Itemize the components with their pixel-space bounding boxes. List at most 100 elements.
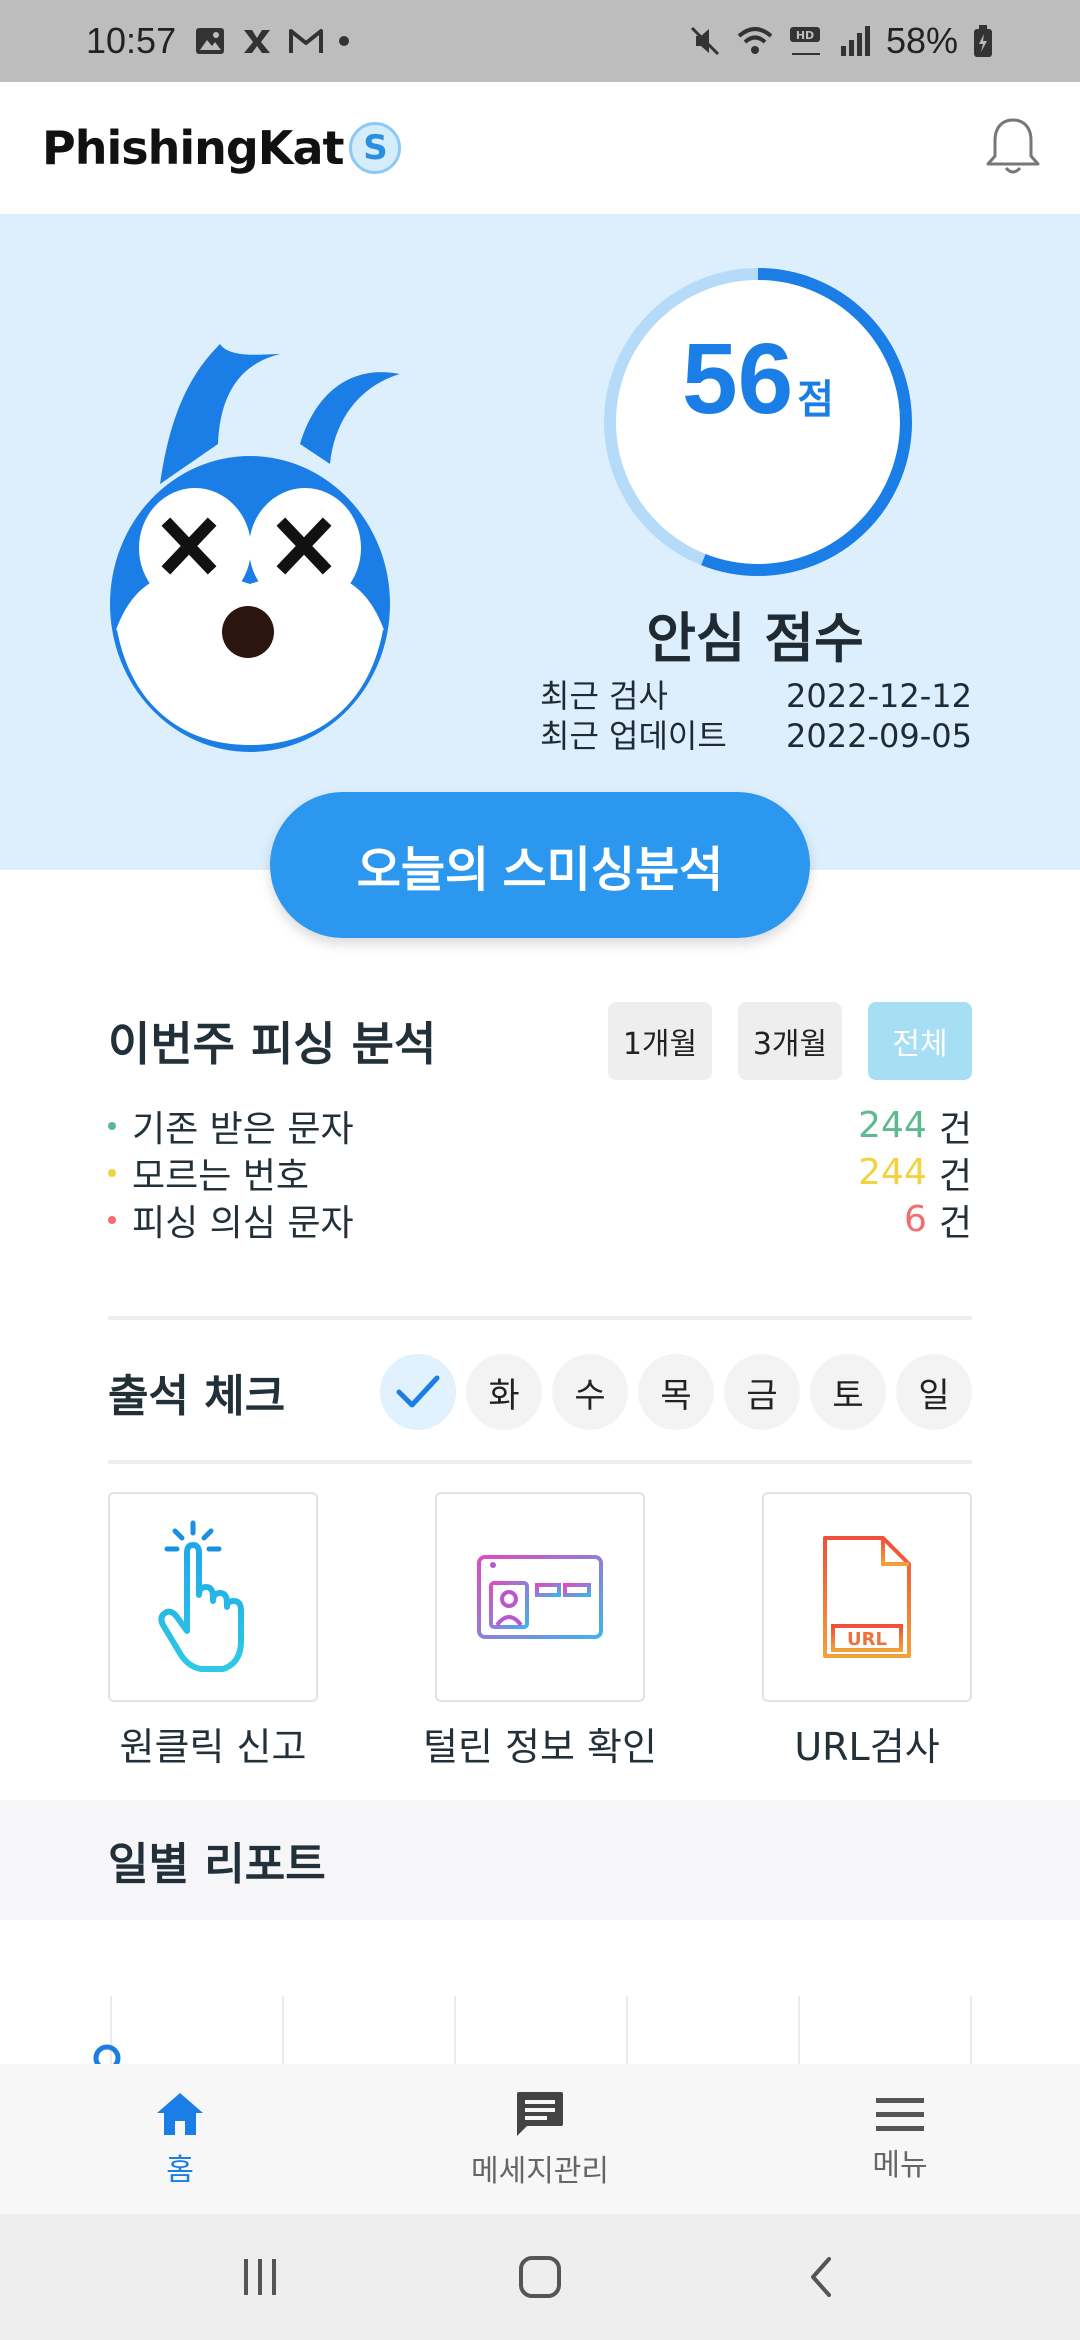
feature-card[interactable] xyxy=(108,1492,318,1702)
tab-3-months[interactable]: 3개월 xyxy=(738,1002,842,1080)
recent-apps-button[interactable] xyxy=(220,2237,300,2317)
stat-value: 244 xyxy=(858,1152,927,1193)
chart-gridline xyxy=(282,1996,284,2066)
app-notification-icon xyxy=(244,30,271,53)
nav-label: 메뉴 xyxy=(872,2148,928,2183)
battery-icon xyxy=(974,25,992,57)
home-square-icon xyxy=(519,2256,561,2298)
day-checked[interactable] xyxy=(380,1354,456,1430)
todays-smishing-analysis-button[interactable]: 오늘의 스미싱분석 xyxy=(270,792,810,938)
section-divider xyxy=(108,1316,972,1320)
feature-label: 원클릭 신고 xyxy=(119,1725,307,1769)
chart-gridline xyxy=(798,1996,800,2066)
daily-report-title: 일별 리포트 xyxy=(108,1839,326,1890)
gmail-icon xyxy=(289,29,324,53)
day-sun[interactable]: 일 xyxy=(896,1354,972,1430)
gallery-icon xyxy=(196,28,225,54)
meta-value: 2022-12-12 xyxy=(786,677,972,715)
score-number: 56 xyxy=(681,323,794,435)
tap-hand-icon xyxy=(158,1520,244,1672)
checkmark-icon xyxy=(396,1375,440,1408)
feature-label: 털린 정보 확인 xyxy=(423,1725,657,1769)
stat-label: 피싱 의심 문자 xyxy=(132,1202,354,1244)
stat-row-unknown-number: 모르는 번호 244 건 xyxy=(108,1149,972,1197)
scan-meta: 최근 검사 2022-12-12 최근 업데이트 2022-09-05 xyxy=(540,676,972,756)
app-logo-text: PhishingKat xyxy=(42,121,344,175)
nav-label: 홈 xyxy=(166,2153,194,2188)
meta-label: 최근 업데이트 xyxy=(540,717,727,755)
status-time: 10:57 xyxy=(86,20,177,61)
logo-badge: S xyxy=(349,122,402,174)
feature-card[interactable] xyxy=(435,1492,645,1702)
message-icon xyxy=(517,2092,563,2136)
tab-1-month[interactable]: 1개월 xyxy=(608,1002,712,1080)
feature-card[interactable]: URL xyxy=(762,1492,972,1702)
stat-dot xyxy=(108,1121,116,1130)
day-sat[interactable]: 토 xyxy=(810,1354,886,1430)
bottom-navigation: 홈 메세지관리 메뉴 xyxy=(0,2064,1080,2214)
wifi-icon xyxy=(737,27,773,54)
score-unit: 점 xyxy=(797,377,835,423)
day-wed[interactable]: 수 xyxy=(552,1354,628,1430)
notification-bell-icon[interactable] xyxy=(984,116,1042,178)
score-title: 안심 점수 xyxy=(646,607,864,670)
attendance-title: 출석 체크 xyxy=(108,1371,286,1422)
feature-tiles: 원클릭 신고 털린 정보 확인 URL URL검사 xyxy=(108,1492,972,1771)
nav-menu[interactable]: 메뉴 xyxy=(720,2064,1080,2214)
stat-row-suspected-phishing: 피싱 의심 문자 6 건 xyxy=(108,1196,972,1244)
meta-label: 최근 검사 xyxy=(540,677,668,715)
status-system-icons: HD 58% xyxy=(688,20,994,62)
stat-dot xyxy=(108,1168,116,1177)
menu-icon xyxy=(876,2098,924,2131)
stat-label: 모르는 번호 xyxy=(132,1155,310,1197)
attendance-check: 출석 체크 화 수 목 금 토 일 xyxy=(108,1352,972,1432)
id-card-icon xyxy=(477,1555,603,1639)
chart-gridline xyxy=(970,1996,972,2066)
stat-value: 6 xyxy=(903,1199,927,1240)
weekly-header: 이번주 피싱 분석 1개월 3개월 전체 xyxy=(108,1000,972,1082)
feature-leaked-info-check[interactable]: 털린 정보 확인 xyxy=(423,1492,657,1771)
mute-icon xyxy=(690,26,719,56)
stat-unit: 건 xyxy=(938,1202,972,1244)
stat-unit: 건 xyxy=(938,1155,972,1197)
app-header: PhishingKat S xyxy=(0,82,1080,214)
chart-gridline xyxy=(454,1996,456,2066)
nav-message-management[interactable]: 메세지관리 xyxy=(360,2064,720,2214)
daily-report-header: 일별 리포트 xyxy=(0,1800,1080,1920)
attendance-days: 화 수 목 금 토 일 xyxy=(380,1354,972,1430)
tab-all[interactable]: 전체 xyxy=(868,1002,972,1080)
status-bar: 10:57 HD 58% xyxy=(0,0,1080,82)
feature-label: URL검사 xyxy=(794,1725,940,1769)
stat-row-received: 기존 받은 문자 244 건 xyxy=(108,1102,972,1150)
feature-url-check[interactable]: URL URL검사 xyxy=(762,1492,972,1771)
nav-home[interactable]: 홈 xyxy=(0,2064,360,2214)
meta-row-last-scan: 최근 검사 2022-12-12 xyxy=(540,676,972,716)
home-system-button[interactable] xyxy=(500,2237,580,2317)
section-divider xyxy=(108,1460,972,1464)
back-chevron-icon xyxy=(811,2257,831,2297)
day-fri[interactable]: 금 xyxy=(724,1354,800,1430)
svg-text:HD: HD xyxy=(796,29,814,42)
score-value: 56 점 xyxy=(598,322,918,437)
status-notification-icons xyxy=(194,26,350,56)
system-navigation-bar xyxy=(0,2214,1080,2340)
battery-percent: 58% xyxy=(885,20,958,61)
period-tabs: 1개월 3개월 전체 xyxy=(608,1002,972,1080)
chart-point-marker xyxy=(93,2044,121,2066)
day-tue[interactable]: 화 xyxy=(466,1354,542,1430)
stat-value: 244 xyxy=(858,1105,927,1146)
url-document-icon: URL xyxy=(823,1536,911,1658)
screen: 10:57 HD 58% PhishingKat S 56 점 안심 점수 최근… xyxy=(0,0,1080,2340)
weekly-title: 이번주 피싱 분석 xyxy=(108,1017,437,1071)
weekly-phishing-analysis: 이번주 피싱 분석 1개월 3개월 전체 기존 받은 문자 244 건 모르는 … xyxy=(108,1000,972,1244)
feature-one-click-report[interactable]: 원클릭 신고 xyxy=(108,1492,318,1771)
back-button[interactable] xyxy=(780,2237,860,2317)
chart-gridline xyxy=(626,1996,628,2066)
stat-label: 기존 받은 문자 xyxy=(132,1108,354,1150)
stat-dot xyxy=(108,1215,116,1224)
meta-value: 2022-09-05 xyxy=(786,717,972,755)
nav-label: 메세지관리 xyxy=(471,2154,609,2189)
daily-report-chart xyxy=(93,1996,972,2066)
hd-voice-icon: HD xyxy=(789,27,820,55)
day-thu[interactable]: 목 xyxy=(638,1354,714,1430)
